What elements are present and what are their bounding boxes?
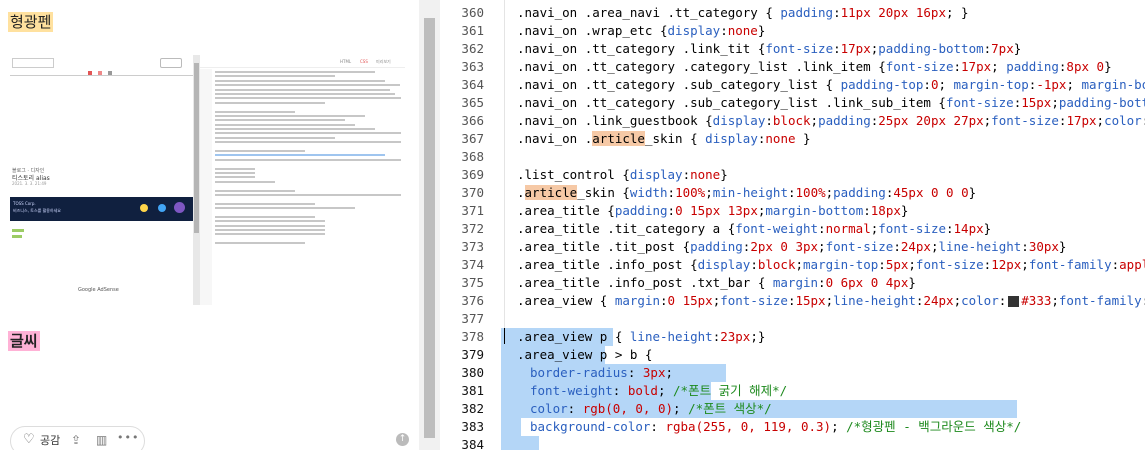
line-number: 361: [461, 23, 484, 38]
code-text: .area_title .info_post .txt_bar { margin…: [517, 275, 916, 290]
line-number: 372: [461, 221, 484, 236]
mini-tab: CSS: [360, 59, 368, 64]
line-number: 376: [461, 293, 484, 308]
scrollbar-thumb[interactable]: [424, 18, 435, 438]
left-scrollbar[interactable]: [419, 0, 440, 450]
mini-tag: [12, 229, 24, 232]
mini-adsense: Google AdSense: [78, 287, 119, 293]
line-number: 371: [461, 203, 484, 218]
mini-ad-banner: TOSS Corp. 비즈니스, 토스를 활용하세요: [10, 197, 193, 221]
code-text: color: rgb(0, 0, 0); /*폰트 색상*/: [530, 401, 772, 416]
line-number: 380: [461, 365, 484, 380]
css-editor[interactable]: 360 .navi_on .area_navi .tt_category { pa…: [440, 0, 1145, 450]
text-cursor: [504, 328, 505, 344]
embedded-screenshot: 블로그 · 디자인 티스토리 alias 2021. 3. 3. 21:49 T…: [10, 55, 405, 305]
code-text: .navi_on .article_skin { display:none }: [517, 131, 811, 146]
mini-banner-line1: TOSS Corp.: [13, 201, 36, 206]
line-number: 379: [461, 347, 484, 362]
code-text: .navi_on .tt_category .sub_category_list…: [517, 95, 1145, 110]
code-text: border-radius: 3px;: [530, 365, 674, 380]
code-text: .area_view { margin:0 15px;font-size:15p…: [517, 293, 1145, 308]
chart-icon[interactable]: ▥: [96, 433, 107, 447]
code-text: .area_title .info_post {display:block;ma…: [517, 257, 1145, 272]
mini-nav: [10, 77, 193, 85]
code-text: .navi_on .tt_category .sub_category_list…: [517, 77, 1145, 92]
mini-tag: [12, 235, 22, 238]
mini-tab: HTML: [340, 59, 352, 64]
code-text: .area_view p > b {: [517, 347, 653, 362]
info-icon[interactable]: ↑: [396, 433, 409, 446]
line-number: 368: [461, 149, 484, 164]
code-text: .navi_on .link_guestbook {display:block;…: [517, 113, 1145, 128]
code-text: .area_view p { line-height:23px;}: [517, 329, 766, 344]
mini-blog-date: 2021. 3. 3. 21:49: [12, 181, 47, 186]
more-icon[interactable]: •••: [117, 431, 139, 444]
line-number: 366: [461, 113, 484, 128]
code-text: font-weight: bold; /*폰트 굵기 해제*/: [530, 383, 788, 398]
code-text: .article_skin {width:100%;min-height:100…: [517, 185, 977, 200]
line-number: 360: [461, 5, 484, 20]
bold-heading: 글씨: [8, 331, 40, 351]
line-number: 370: [461, 185, 484, 200]
line-number: 362: [461, 41, 484, 56]
mini-code-view: HTML CSS 미리보기: [200, 55, 405, 305]
blog-preview-panel: 형광펜 블로그 · 디자인 티스토리 alias 2021. 3. 3. 21:…: [0, 0, 419, 450]
code-text: .navi_on .tt_category .link_tit {font-si…: [517, 41, 1022, 56]
code-text: .area_title .tit_category a {font-weight…: [517, 221, 992, 236]
line-number: 383: [461, 419, 484, 434]
mini-counter: [160, 58, 182, 68]
reaction-bar: ♡ 공감 ⇪ ▥ •••: [10, 426, 145, 450]
line-number: 382: [461, 401, 484, 416]
mini-toolbar: [10, 58, 193, 75]
code-text: .area_title {padding:0 15px 13px;margin-…: [517, 203, 909, 218]
line-number: 369: [461, 167, 484, 182]
mini-tab: 미리보기: [376, 59, 391, 64]
line-number: 378: [461, 329, 484, 344]
selection: [501, 436, 539, 450]
heart-icon[interactable]: ♡: [23, 433, 35, 447]
line-number: 367: [461, 131, 484, 146]
code-text: .navi_on .tt_category .category_list .li…: [517, 59, 1112, 74]
line-number: 375: [461, 275, 484, 290]
line-number: 373: [461, 239, 484, 254]
line-number: 364: [461, 77, 484, 92]
line-number: 381: [461, 383, 484, 398]
code-text: background-color: rgba(255, 0, 119, 0.3)…: [530, 419, 1022, 434]
mini-toolbar-icons: [88, 60, 128, 75]
line-number: 384: [461, 437, 484, 450]
code-text: .navi_on .wrap_etc {display:none}: [517, 23, 766, 38]
code-text: .list_control {display:none}: [517, 167, 728, 182]
line-number: 365: [461, 95, 484, 110]
mini-code-tabs: HTML CSS 미리보기: [200, 57, 405, 68]
code-text: .area_title .tit_post {padding:2px 0 3px…: [517, 239, 1067, 254]
selection: [501, 418, 521, 436]
like-label[interactable]: 공감: [40, 434, 60, 447]
mini-banner-line2: 비즈니스, 토스를 활용하세요: [13, 208, 61, 213]
highlight-heading: 형광펜: [8, 12, 54, 32]
line-number: 363: [461, 59, 484, 74]
share-icon[interactable]: ⇪: [71, 433, 81, 447]
mini-blog-view: 블로그 · 디자인 티스토리 alias 2021. 3. 3. 21:49 T…: [10, 55, 193, 305]
mini-select: [12, 58, 54, 68]
mini-scrollbar: [194, 63, 199, 233]
mini-code-lines: [215, 71, 403, 247]
line-number: 374: [461, 257, 484, 272]
line-number: 377: [461, 311, 484, 326]
code-text: .navi_on .area_navi .tt_category { paddi…: [517, 5, 969, 20]
